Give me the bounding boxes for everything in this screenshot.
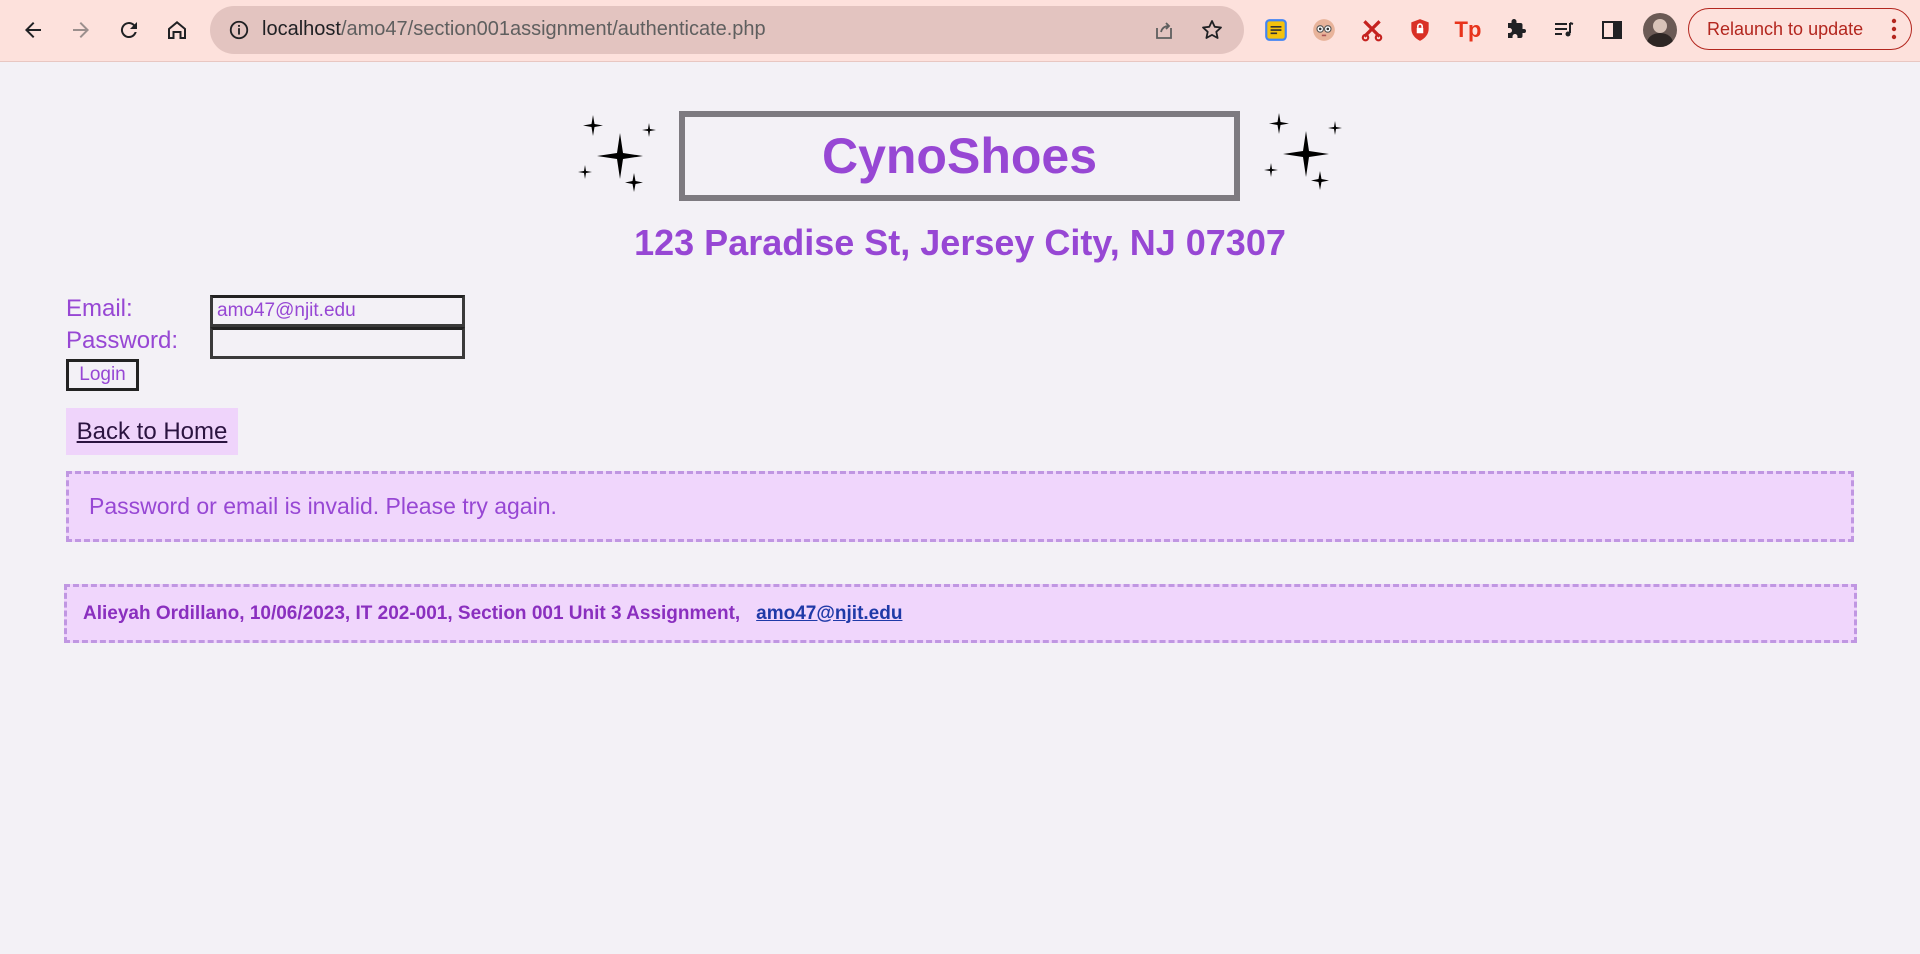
reload-icon[interactable]: [110, 11, 148, 49]
login-button[interactable]: Login: [66, 359, 139, 391]
bookmark-star-icon[interactable]: [1200, 18, 1224, 42]
owl-extension-icon[interactable]: [1308, 14, 1340, 46]
forward-icon[interactable]: [62, 11, 100, 49]
password-label: Password:: [66, 327, 179, 354]
relaunch-label: Relaunch to update: [1707, 18, 1864, 39]
site-info-icon[interactable]: [228, 19, 250, 41]
media-queue-icon[interactable]: [1548, 14, 1580, 46]
brand-title: CynoShoes: [821, 128, 1098, 184]
tp-extension-icon[interactable]: Tp: [1452, 14, 1484, 46]
back-icon[interactable]: [14, 11, 52, 49]
store-address: 123 Paradise St, Jersey City, NJ 07307: [634, 222, 1286, 263]
url-text[interactable]: localhost/amo47/section001assignment/aut…: [262, 18, 766, 41]
profile-avatar[interactable]: [1643, 13, 1677, 47]
address-bar[interactable]: localhost/amo47/section001assignment/aut…: [210, 6, 1244, 54]
puzzle-extensions-icon[interactable]: [1500, 14, 1532, 46]
sparkle-right-icon: [1264, 113, 1342, 190]
share-icon[interactable]: [1152, 18, 1176, 42]
scissors-extension-icon[interactable]: [1356, 14, 1388, 46]
menu-dots-icon[interactable]: [1891, 18, 1897, 40]
shield-extension-icon[interactable]: [1404, 14, 1436, 46]
footer-credits: Alieyah Ordillano, 10/06/2023, IT 202-00…: [83, 602, 741, 624]
footer-email-link[interactable]: amo47@njit.edu: [756, 603, 902, 625]
footer: Alieyah Ordillano, 10/06/2023, IT 202-00…: [64, 584, 1857, 643]
notes-extension-icon[interactable]: [1260, 14, 1292, 46]
error-message-box: Password or email is invalid. Please try…: [66, 471, 1854, 542]
email-label: Email:: [66, 295, 133, 322]
url-path: /amo47/section001assignment/authenticate…: [340, 18, 766, 40]
brand-title-box: CynoShoes: [679, 111, 1240, 201]
error-message: Password or email is invalid. Please try…: [89, 493, 557, 519]
password-field[interactable]: [210, 327, 465, 359]
home-icon[interactable]: [158, 11, 196, 49]
side-panel-icon[interactable]: [1596, 14, 1628, 46]
relaunch-button[interactable]: Relaunch to update: [1688, 8, 1912, 50]
browser-toolbar: localhost/amo47/section001assignment/aut…: [0, 0, 1920, 62]
tp-extension-label: Tp: [1454, 17, 1482, 42]
back-to-home-link[interactable]: Back to Home: [66, 408, 238, 455]
url-host: localhost: [262, 18, 341, 40]
email-field[interactable]: [210, 295, 465, 327]
sparkle-left-icon: [578, 115, 656, 192]
